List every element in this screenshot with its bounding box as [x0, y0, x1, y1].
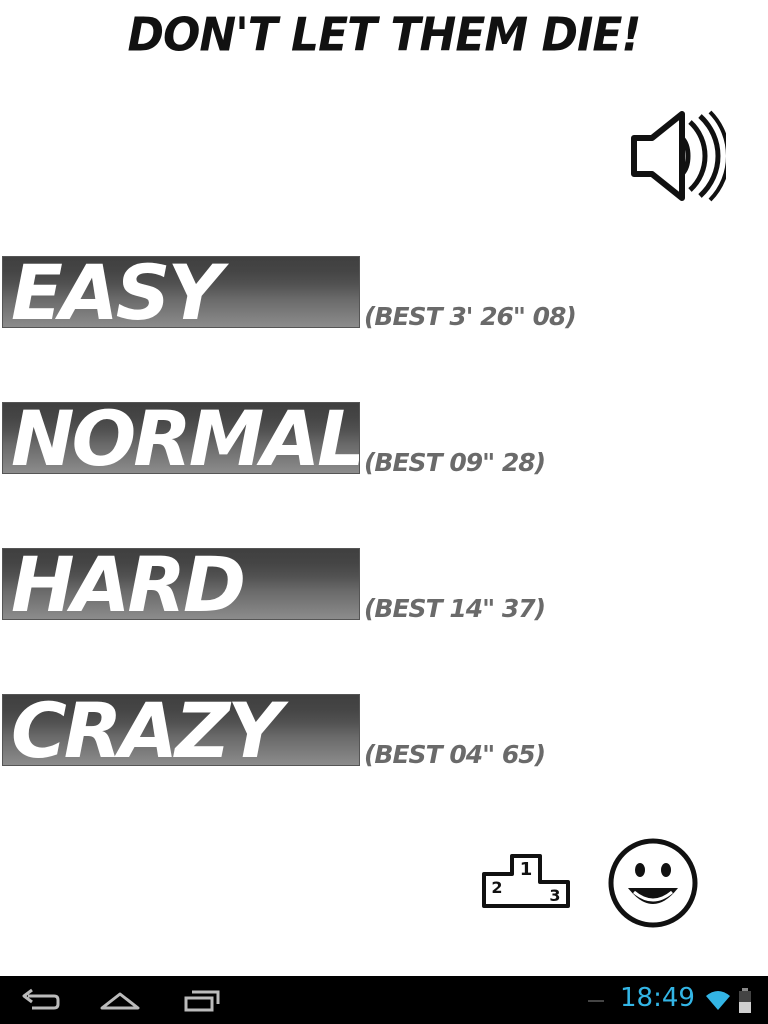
- podium-number-first: 1: [520, 859, 533, 880]
- status-clock: 18:49: [620, 983, 695, 1013]
- home-icon: [100, 992, 140, 1010]
- back-button[interactable]: [18, 984, 62, 1016]
- difficulty-label: CRAZY: [11, 694, 282, 766]
- home-button[interactable]: [98, 984, 142, 1016]
- podium-icon: 1 2 3: [482, 854, 570, 908]
- best-score-hard: (BEST 14" 37): [364, 594, 546, 623]
- podium-number-third: 3: [549, 886, 560, 905]
- back-icon: [22, 988, 60, 1010]
- game-menu-screen: DON'T LET THEM DIE! EASY (BEST 3' 26" 08…: [0, 0, 768, 976]
- best-score-easy: (BEST 3' 26" 08): [364, 302, 577, 331]
- system-navigation-bar: 18:49: [0, 976, 768, 1024]
- difficulty-row-hard: HARD (BEST 14" 37): [0, 548, 768, 628]
- game-title: DON'T LET THEM DIE!: [127, 8, 642, 63]
- hard-button[interactable]: HARD: [2, 548, 360, 620]
- podium-number-second: 2: [491, 878, 502, 897]
- sound-toggle-button[interactable]: [626, 108, 730, 204]
- leaderboard-button[interactable]: 1 2 3: [480, 850, 572, 912]
- notification-indicator: [588, 1000, 604, 1002]
- speaker-icon: [631, 110, 730, 202]
- difficulty-row-crazy: CRAZY (BEST 04" 65): [0, 694, 768, 774]
- difficulty-row-normal: NORMAL (BEST 09" 28): [0, 402, 768, 482]
- easy-button[interactable]: EASY: [2, 256, 360, 328]
- difficulty-row-easy: EASY (BEST 3' 26" 08): [0, 256, 768, 336]
- difficulty-label: HARD: [11, 548, 246, 620]
- normal-button[interactable]: NORMAL: [2, 402, 360, 474]
- difficulty-label: EASY: [11, 256, 223, 328]
- recent-apps-icon: [184, 990, 220, 1012]
- battery-icon: [738, 988, 752, 1014]
- best-score-crazy: (BEST 04" 65): [364, 740, 546, 769]
- about-button[interactable]: [606, 836, 700, 930]
- recent-apps-button[interactable]: [180, 984, 224, 1016]
- crazy-button[interactable]: CRAZY: [2, 694, 360, 766]
- best-score-normal: (BEST 09" 28): [364, 448, 546, 477]
- smiley-icon: [608, 838, 698, 928]
- wifi-icon: [704, 988, 732, 1012]
- difficulty-label: NORMAL: [11, 402, 360, 474]
